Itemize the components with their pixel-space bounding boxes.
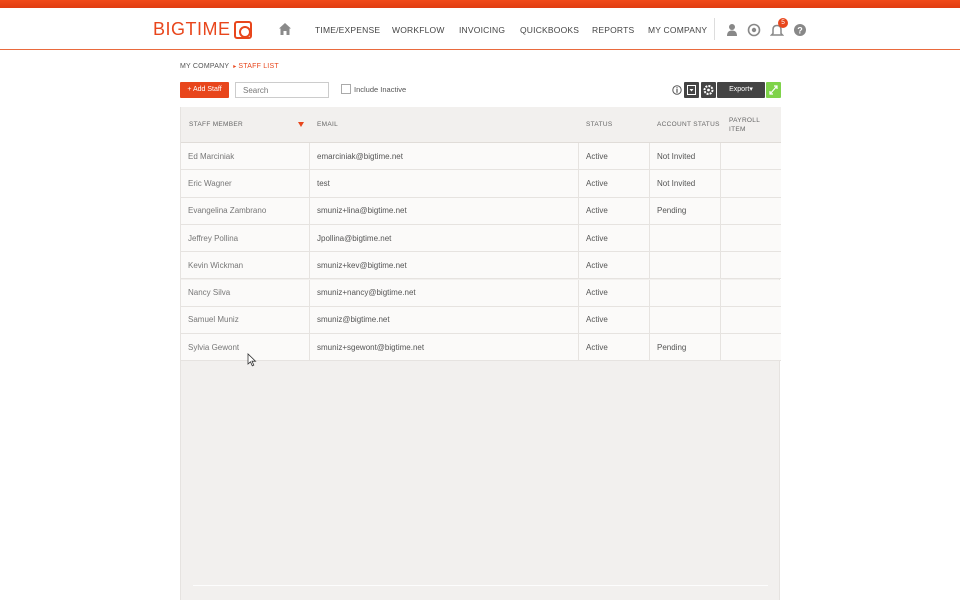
cell-payroll-item	[721, 170, 781, 196]
cell-payroll-item	[721, 334, 781, 360]
nav-invoicing[interactable]: INVOICING	[459, 25, 505, 35]
col-payroll-item[interactable]: PAYROLL ITEM	[729, 116, 769, 134]
table-row[interactable]: Nancy Silva smuniz+nancy@bigtime.net Activ…	[181, 279, 781, 307]
cell-account-status: Pending	[650, 197, 721, 224]
top-accent-bar	[0, 0, 960, 8]
home-icon[interactable]	[278, 22, 292, 36]
col-status[interactable]: STATUS	[586, 121, 612, 128]
filter-icon	[687, 85, 696, 95]
cell-payroll-item	[721, 143, 781, 169]
cell-status: Active	[579, 143, 650, 170]
cell-account-status: Not Invited	[650, 143, 721, 170]
cell-payroll-item	[721, 307, 781, 333]
cell-account-status	[650, 306, 721, 334]
sort-desc-icon[interactable]	[298, 122, 304, 127]
cell-staff-member: Ed Marciniak	[181, 143, 310, 170]
cell-payroll-item	[721, 252, 781, 278]
search-input[interactable]	[235, 82, 329, 98]
breadcrumb: MY COMPANY ▸ STAFF LIST	[180, 63, 279, 70]
table-row[interactable]: Kevin Wickman smuniz+kev@bigtime.net Activ…	[181, 252, 781, 280]
add-staff-button[interactable]: + Add Staff	[180, 82, 229, 98]
col-account-status[interactable]: ACCOUNT STATUS	[657, 121, 720, 128]
logo-text: BIGTIME	[153, 19, 231, 39]
table-row[interactable]: Samuel Muniz smuniz@bigtime.net Active	[181, 306, 781, 335]
include-inactive-label: Include Inactive	[354, 85, 407, 94]
cell-account-status: Not Invited	[650, 170, 721, 197]
cell-email: smuniz+sgewont@bigtime.net	[310, 334, 579, 361]
cell-staff-member: Eric Wagner	[181, 170, 310, 197]
cell-status: Active	[579, 334, 650, 361]
settings-button[interactable]	[701, 82, 716, 98]
cell-email: smuniz+kev@bigtime.net	[310, 252, 579, 279]
nav-workflow[interactable]: WORKFLOW	[392, 25, 445, 35]
app-header: BIGTIME TIME/EXPENSE WORKFLOW INVOICING …	[0, 8, 960, 50]
table-header: STAFF MEMBER EMAIL STATUS ACCOUNT STATUS…	[181, 107, 781, 143]
timer-icon[interactable]	[747, 23, 761, 37]
cell-status: Active	[579, 170, 650, 197]
svg-text:?: ?	[797, 25, 803, 35]
cell-payroll-item	[721, 198, 781, 224]
cell-staff-member: Sylvia Gewont	[181, 334, 310, 361]
col-staff-member[interactable]: STAFF MEMBER	[189, 121, 243, 128]
info-icon[interactable]	[672, 85, 682, 95]
table-row[interactable]: Jeffrey Pollina Jpollina@bigtime.net Activ…	[181, 224, 781, 253]
export-button[interactable]: Export▾	[717, 82, 765, 98]
staff-table: STAFF MEMBER EMAIL STATUS ACCOUNT STATUS…	[180, 107, 781, 600]
breadcrumb-separator-icon: ▸	[233, 64, 237, 70]
cell-status: Active	[579, 224, 650, 252]
cell-payroll-item	[721, 280, 781, 306]
cell-email: smuniz@bigtime.net	[310, 306, 579, 334]
cell-email: Jpollina@bigtime.net	[310, 224, 579, 252]
bigtime-logo[interactable]: BIGTIME	[153, 19, 252, 40]
cell-status: Active	[579, 197, 650, 224]
cell-email: emarciniak@bigtime.net	[310, 143, 579, 170]
breadcrumb-parent[interactable]: MY COMPANY	[180, 63, 229, 70]
cell-account-status	[650, 224, 721, 252]
nav-reports[interactable]: REPORTS	[592, 25, 634, 35]
breadcrumb-current: STAFF LIST	[238, 63, 279, 70]
include-inactive-checkbox[interactable]	[341, 84, 351, 94]
cell-account-status	[650, 279, 721, 306]
cell-staff-member: Kevin Wickman	[181, 252, 310, 279]
logo-mark-icon	[233, 20, 252, 39]
expand-icon	[769, 85, 778, 95]
table-row[interactable]: Ed Marciniak emarciniak@bigtime.net Active…	[181, 143, 781, 171]
table-footer-line	[193, 585, 768, 586]
cell-email: smuniz+lina@bigtime.net	[310, 197, 579, 224]
help-icon[interactable]: ?	[793, 23, 807, 37]
fullscreen-button[interactable]	[766, 82, 781, 98]
cell-account-status: Pending	[650, 334, 721, 361]
nav-quickbooks[interactable]: QUICKBOOKS	[520, 25, 579, 35]
cell-staff-member: Jeffrey Pollina	[181, 224, 310, 252]
notification-count-badge: 5	[778, 18, 788, 28]
nav-my-company[interactable]: MY COMPANY	[648, 25, 707, 35]
cell-account-status	[650, 252, 721, 279]
table-row[interactable]: Evangelina Zambrano smuniz+lina@bigtime.n…	[181, 197, 781, 225]
col-email[interactable]: EMAIL	[317, 121, 338, 128]
cell-status: Active	[579, 306, 650, 334]
cell-payroll-item	[721, 225, 781, 251]
table-row[interactable]: Eric Wagner test Active Not Invited	[181, 170, 781, 198]
table-row[interactable]: Sylvia Gewont smuniz+sgewont@bigtime.net A…	[181, 334, 781, 362]
cell-status: Active	[579, 279, 650, 306]
filter-button[interactable]	[684, 82, 699, 98]
user-icon[interactable]	[725, 23, 739, 37]
nav-time-expense[interactable]: TIME/EXPENSE	[315, 25, 380, 35]
mouse-cursor-icon	[247, 353, 257, 367]
cell-status: Active	[579, 252, 650, 279]
cell-email: test	[310, 170, 579, 197]
cell-staff-member: Nancy Silva	[181, 279, 310, 306]
cell-staff-member: Samuel Muniz	[181, 306, 310, 334]
cell-email: smuniz+nancy@bigtime.net	[310, 279, 579, 306]
gear-icon	[703, 85, 714, 95]
header-divider	[714, 18, 715, 40]
cell-staff-member: Evangelina Zambrano	[181, 197, 310, 224]
